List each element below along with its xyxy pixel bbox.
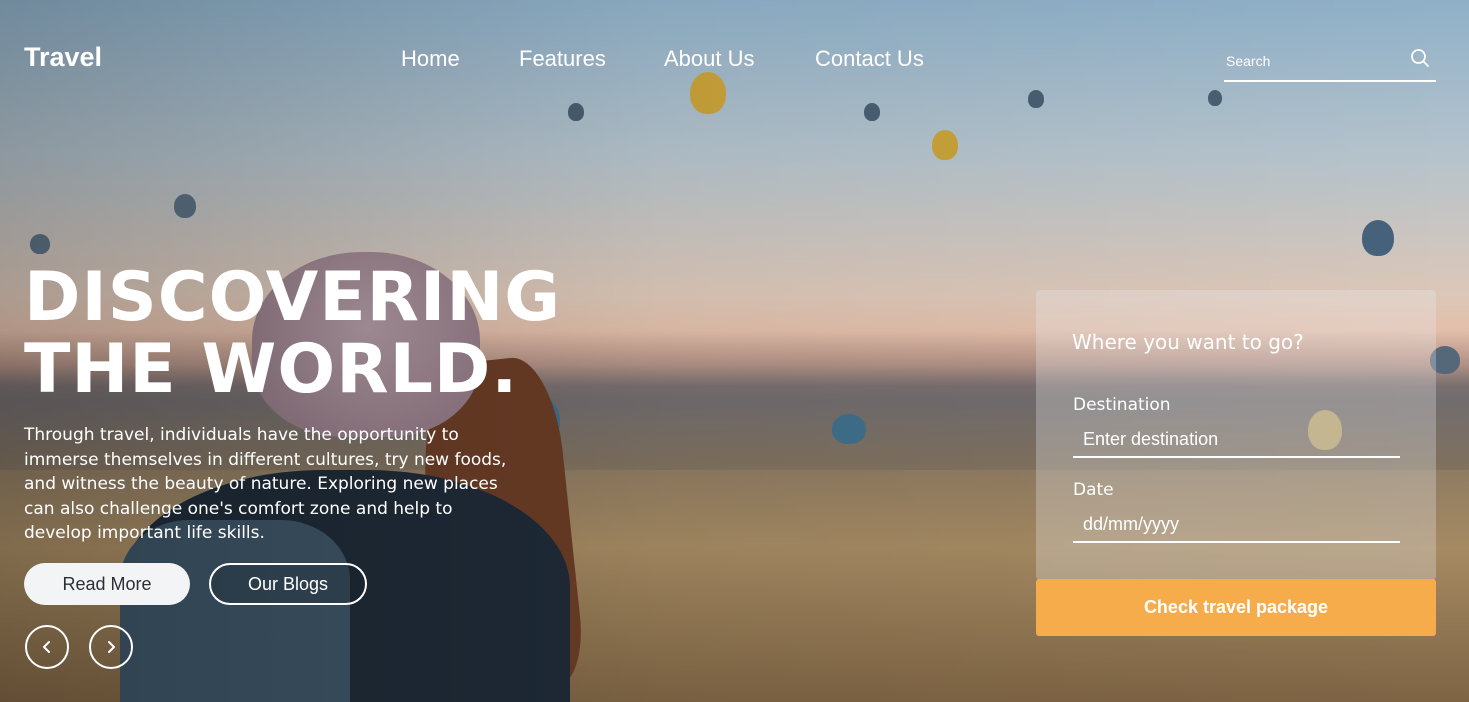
date-label: Date [1073,480,1114,500]
destination-label: Destination [1073,395,1171,415]
date-input[interactable] [1081,511,1395,537]
read-more-button[interactable]: Read More [24,563,190,605]
hot-air-balloon-image [1028,90,1044,108]
nav-item-features[interactable]: Features [519,46,606,72]
hot-air-balloon-image [864,103,880,121]
booking-title: Where you want to go? [1072,330,1304,354]
brand-logo[interactable]: Travel [24,42,102,73]
search-input[interactable] [1224,48,1408,74]
hot-air-balloon-image [30,234,50,254]
booking-panel: Where you want to go? Destination Date [1036,290,1436,580]
chevron-left-icon [43,641,50,653]
hot-air-balloon-image [174,194,196,218]
hot-air-balloon-image [832,414,866,444]
hot-air-balloon-image [1362,220,1394,256]
date-field [1073,509,1400,543]
hero-description: Through travel, individuals have the opp… [24,425,507,544]
hot-air-balloon-image [932,130,958,160]
nav-item-about-us[interactable]: About Us [664,46,755,72]
next-slide-button[interactable] [89,625,133,669]
previous-slide-button[interactable] [25,625,69,669]
destination-field [1073,424,1400,458]
chevron-right-icon [108,641,115,653]
hot-air-balloon-image [690,72,726,114]
hero-headline-line-2: THE WORLD. [24,330,519,409]
search-bar [1224,44,1436,82]
hot-air-balloon-image [568,103,584,121]
hero-headline-line-1: DISCOVERING [24,258,562,337]
our-blogs-button[interactable]: Our Blogs [209,563,367,605]
check-travel-package-button[interactable]: Check travel package [1036,579,1436,636]
hero-headline: DISCOVERING THE WORLD. [24,262,561,406]
search-icon[interactable] [1410,48,1430,68]
nav-item-home[interactable]: Home [401,46,460,72]
destination-input[interactable] [1081,426,1395,452]
backpack-image [120,520,350,702]
hot-air-balloon-image [1208,90,1222,106]
nav-item-contact-us[interactable]: Contact Us [815,46,924,72]
